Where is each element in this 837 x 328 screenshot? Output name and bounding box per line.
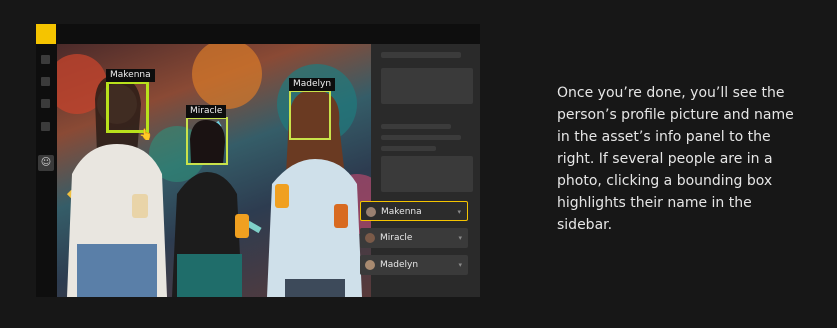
avatar [365, 233, 375, 243]
rail-icon-1[interactable] [41, 55, 50, 64]
person-row-miracle[interactable]: Miracle ▾ [360, 228, 468, 248]
chevron-down-icon[interactable]: ▾ [458, 259, 462, 271]
left-rail: ☺ [36, 44, 56, 297]
rail-icon-3[interactable] [41, 99, 50, 108]
face-tag-madelyn: Madelyn [289, 78, 336, 91]
panel-placeholder-4 [381, 135, 461, 140]
chevron-down-icon[interactable]: ▾ [458, 232, 462, 244]
panel-placeholder-1 [381, 52, 461, 58]
face-box-miracle[interactable] [186, 117, 228, 165]
person-name: Makenna [381, 207, 422, 217]
avatar [365, 260, 375, 270]
panel-placeholder-3 [381, 124, 451, 129]
face-box-makenna[interactable] [106, 81, 149, 133]
chevron-down-icon[interactable]: ▾ [457, 206, 461, 218]
person-name: Madelyn [380, 260, 419, 270]
face-tag-miracle: Miracle [186, 105, 227, 118]
person-name: Miracle [380, 233, 413, 243]
face-box-madelyn[interactable] [289, 90, 331, 140]
info-panel: Makenna ▾ Miracle ▾ Madelyn ▾ [360, 44, 480, 297]
rail-icon-2[interactable] [41, 77, 50, 86]
cursor-icon: 👆 [139, 128, 153, 141]
rail-icon-4[interactable] [41, 122, 50, 131]
description-text: Once you’re done, you’ll see the person’… [557, 85, 794, 233]
panel-placeholder-2 [381, 68, 473, 104]
app-window: ☺ Makenna Miracle Madelyn 👆 Makenna ▾ Mi… [36, 24, 480, 297]
top-bar [56, 24, 480, 44]
avatar [366, 207, 376, 217]
photo: Makenna Miracle Madelyn 👆 [57, 44, 371, 297]
person-row-madelyn[interactable]: Madelyn ▾ [360, 255, 468, 275]
app-logo [36, 24, 56, 44]
person-row-makenna[interactable]: Makenna ▾ [360, 201, 468, 221]
panel-placeholder-5 [381, 146, 436, 151]
face-tag-makenna: Makenna [106, 69, 155, 82]
panel-placeholder-6 [381, 156, 473, 192]
face-icon[interactable]: ☺ [38, 155, 54, 171]
